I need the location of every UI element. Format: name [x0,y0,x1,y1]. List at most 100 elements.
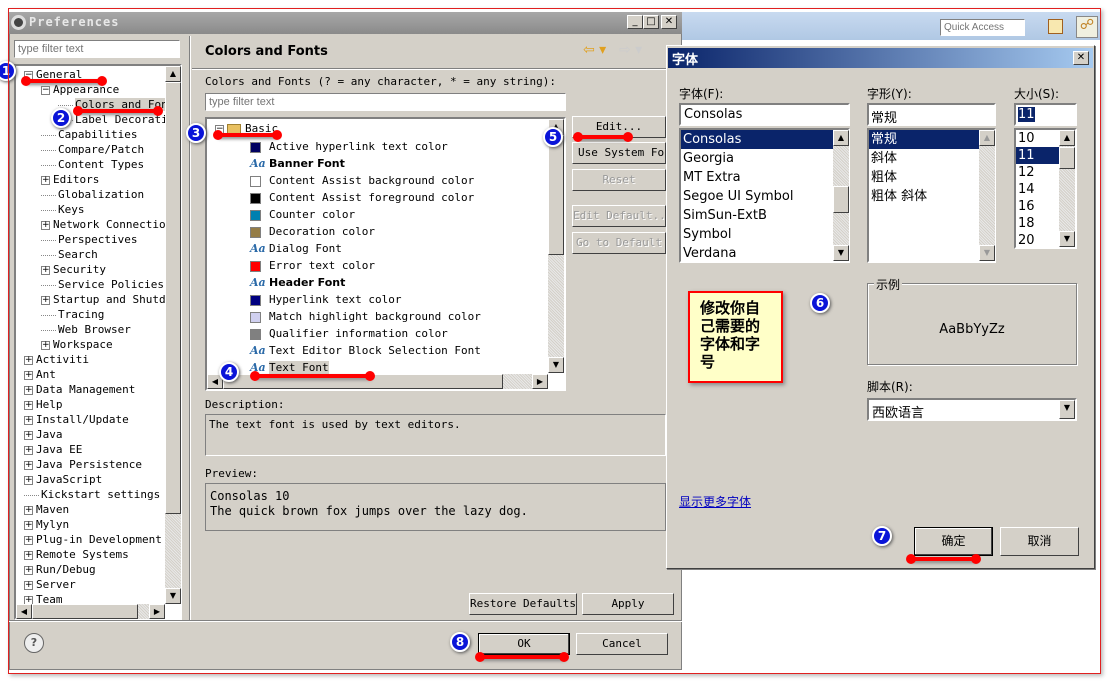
tree-item[interactable]: + Workspace [41,337,113,352]
help-icon[interactable]: ? [24,633,44,653]
expand-icon[interactable]: + [24,580,33,590]
list-option[interactable]: 11 [1016,147,1060,164]
font-list[interactable]: Consolas Georgia MT Extra Segoe UI Symbol Si… [679,128,850,263]
size-list-scrollbar[interactable]: ▲ ▼ [1059,130,1075,247]
tree-item[interactable]: + Java [24,427,63,442]
reset-button[interactable]: Reset [572,169,666,191]
tree-item[interactable]: + Install/Update [24,412,129,427]
scroll-right-arrow[interactable]: ▶ [149,604,165,619]
expand-icon[interactable]: + [24,445,33,455]
scroll-thumb[interactable] [1059,147,1075,169]
font-style-input[interactable]: 常规 [867,103,996,126]
expand-icon[interactable]: + [24,565,33,575]
quick-access-input[interactable] [940,19,1025,36]
more-fonts-link[interactable]: 显示更多字体 [679,493,751,510]
scroll-down-arrow[interactable]: ▼ [833,245,849,261]
scroll-thumb[interactable] [548,135,564,255]
scroll-up-arrow[interactable]: ▲ [833,130,849,146]
expand-icon[interactable]: + [41,265,50,275]
scroll-right-arrow[interactable]: ▶ [532,374,548,389]
expand-icon[interactable]: + [24,415,33,425]
tree-item[interactable]: Kickstart settings [24,487,160,502]
tree-item[interactable]: Globalization [41,187,144,202]
tree-item[interactable]: + Ant [24,367,56,382]
tree-item[interactable]: − Appearance [41,82,119,97]
color-font-item[interactable]: Error text color [250,257,375,274]
font-list-scrollbar[interactable]: ▲ ▼ [833,130,849,261]
color-font-item[interactable]: Decoration color [250,223,375,240]
restore-defaults-button[interactable]: Restore Defaults [469,593,577,615]
color-font-item[interactable]: Counter color [250,206,355,223]
style-list[interactable]: 常规 斜体 粗体 粗体 斜体 [867,128,996,263]
expand-icon[interactable]: + [24,355,33,365]
scroll-up-arrow[interactable]: ▲ [165,66,181,82]
list-option[interactable]: 10 [1016,130,1060,147]
list-option[interactable]: Verdana [681,244,833,261]
tree-item[interactable]: + Data Management [24,382,135,397]
maximize-button[interactable]: □ [643,15,659,29]
ok-button[interactable]: OK [478,633,570,655]
expand-icon[interactable]: + [24,430,33,440]
back-icon[interactable]: ⇦ ▾ [583,42,606,58]
font-size-input[interactable]: 11 [1014,103,1077,126]
list-option[interactable]: Segoe UI Symbol [681,187,833,206]
tree-item[interactable]: + Activiti [24,352,89,367]
list-option[interactable]: MT Extra [681,168,833,187]
tree-item[interactable]: + Server [24,577,76,592]
color-font-item[interactable]: Aa Banner Font [250,155,345,172]
tree-item[interactable]: Content Types [41,157,144,172]
color-font-item[interactable]: Content Assist foreground color [250,189,474,206]
tree-item[interactable]: Search [41,247,98,262]
scroll-up-arrow[interactable]: ▲ [979,130,995,146]
scroll-down-arrow[interactable]: ▼ [548,357,564,373]
apply-button[interactable]: Apply [582,593,674,615]
expand-icon[interactable]: + [24,370,33,380]
expand-icon[interactable]: + [24,520,33,530]
color-font-item[interactable]: Aa Dialog Font [250,240,342,257]
open-perspective-icon[interactable] [1048,19,1063,34]
list-option[interactable]: 12 [1016,164,1060,181]
expand-icon[interactable]: + [24,505,33,515]
tree-item[interactable]: + Help [24,397,63,412]
scroll-down-arrow[interactable]: ▼ [165,588,181,604]
scroll-left-arrow[interactable]: ◀ [16,604,32,619]
forward-icon[interactable]: ⇨ ▾ [619,42,642,58]
tree-item[interactable]: Compare/Patch [41,142,144,157]
expand-icon[interactable]: + [24,400,33,410]
tree-hscrollbar[interactable]: ◀ ▶ [16,604,165,619]
tree-item[interactable]: Tracing [41,307,104,322]
edit-default-button[interactable]: Edit Default... [572,205,666,227]
list-option[interactable]: 斜体 [869,149,979,168]
color-font-item[interactable]: Aa Header Font [250,274,345,291]
tree-item[interactable]: Service Policies [41,277,164,292]
close-button[interactable]: ✕ [661,15,677,29]
font-dialog-close-button[interactable]: ✕ [1073,51,1089,65]
tree-item[interactable]: + Maven [24,502,69,517]
color-font-item[interactable]: Match highlight background color [250,308,481,325]
list-option[interactable]: 16 [1016,198,1060,215]
style-list-scrollbar[interactable]: ▲ ▼ [979,130,995,261]
tree-vscrollbar[interactable]: ▲ ▼ [165,66,181,604]
list-option[interactable]: 14 [1016,181,1060,198]
list-option[interactable]: 常规 [869,130,979,149]
tree-item[interactable]: + Security [41,262,106,277]
use-system-font-button[interactable]: Use System Font [572,142,666,164]
cancel-button[interactable]: Cancel [576,633,668,655]
go-to-default-button[interactable]: Go to Default [572,232,666,254]
scroll-down-arrow[interactable]: ▼ [1059,231,1075,247]
tree-item[interactable]: + Java EE [24,442,82,457]
list-option[interactable]: Georgia [681,149,833,168]
colors-filter-input[interactable] [205,93,566,111]
font-name-input[interactable]: Consolas [679,103,850,126]
expand-icon[interactable]: + [24,550,33,560]
color-font-item[interactable]: Content Assist background color [250,172,474,189]
tree-item[interactable]: + Run/Debug [24,562,96,577]
list-option[interactable]: 20 [1016,232,1060,247]
expand-icon[interactable]: + [24,535,33,545]
expand-icon[interactable]: + [24,385,33,395]
color-font-item[interactable]: Aa Text Editor Block Selection Font [250,342,481,359]
scroll-thumb[interactable] [165,82,181,514]
script-select[interactable]: 西欧语言 [867,398,1077,421]
tree-item[interactable]: Capabilities [41,127,137,142]
list-option[interactable]: Symbol [681,225,833,244]
